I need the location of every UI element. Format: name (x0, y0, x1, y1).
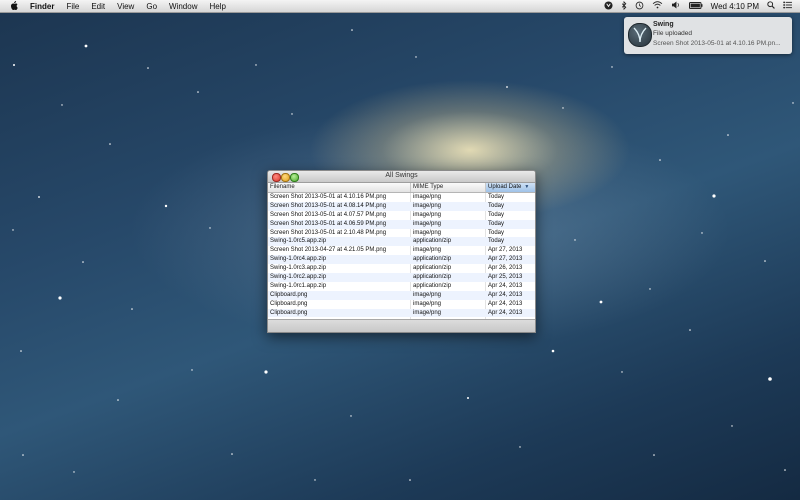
window-title: All Swings (385, 172, 418, 179)
notification-banner[interactable]: Swing File uploaded Screen Shot 2013-05-… (624, 17, 792, 54)
table-row[interactable]: Swing-1.0rc1.app.zip application/zip Apr… (268, 282, 535, 291)
cell-mime-type: image/png (413, 229, 442, 236)
cell-filename: Swing-1.0rc2.app.zip (270, 274, 327, 281)
time-machine-icon[interactable] (635, 1, 644, 12)
menu-view[interactable]: View (117, 2, 134, 11)
table-body: Screen Shot 2013-05-01 at 4.10.16 PM.png… (268, 193, 535, 318)
cell-mime-type: image/png (413, 220, 442, 227)
menu-edit[interactable]: Edit (91, 2, 105, 11)
cell-filename: Screen Shot 2013-05-01 at 4.06.59 PM.png (270, 220, 387, 227)
cell-filename: Swing-1.0rc3.app.zip (270, 265, 327, 272)
cell-mime-type: application/zip (413, 274, 452, 281)
table-row[interactable]: Screen Shot 2013-05-01 at 4.10.16 PM.png… (268, 193, 535, 202)
wifi-icon[interactable] (652, 1, 663, 11)
bluetooth-icon[interactable] (621, 0, 627, 12)
volume-icon[interactable] (671, 1, 681, 11)
table-row[interactable]: Swing-1.0rc3.app.zip application/zip Apr… (268, 264, 535, 273)
cell-filename: Clipboard.png (270, 300, 308, 307)
status-area: Wed 4:10 PM (604, 0, 792, 12)
column-header-upload-date[interactable]: Upload Date ▼ (486, 183, 535, 192)
cell-mime-type: image/png (413, 194, 442, 200)
menu-go[interactable]: Go (146, 2, 157, 11)
cell-mime-type: image/png (413, 247, 442, 254)
table-row[interactable]: Swing-1.0rc2.app.zip application/zip Apr… (268, 273, 535, 282)
cell-mime-type: image/png (413, 309, 442, 316)
window-footer (268, 319, 535, 332)
table-header: Filename MIME Type Upload Date ▼ (268, 183, 535, 193)
cell-mime-type: application/zip (413, 256, 452, 263)
cell-filename: Clipboard.png (270, 309, 308, 316)
table-row[interactable]: Clipboard.png image/png Apr 24, 2013 (268, 300, 535, 309)
menu-window[interactable]: Window (169, 2, 197, 11)
cell-upload-date: Today (488, 202, 505, 209)
cell-mime-type: application/zip (413, 238, 452, 245)
cell-filename: Screen Shot 2013-05-01 at 4.07.57 PM.png (270, 211, 387, 218)
cell-filename: Screen Shot 2013-05-01 at 4.10.16 PM.png (270, 194, 387, 200)
sort-descending-icon: ▼ (524, 184, 530, 190)
cell-mime-type: application/zip (413, 265, 452, 272)
menu-help[interactable]: Help (209, 2, 225, 11)
battery-icon[interactable] (688, 1, 703, 11)
cell-upload-date: Today (488, 211, 505, 218)
menu-app-finder[interactable]: Finder (30, 2, 54, 11)
cell-upload-date: Today (488, 220, 505, 227)
cell-filename: Clipboard.png (270, 291, 308, 298)
cell-upload-date: Apr 24, 2013 (488, 291, 523, 298)
cell-filename: Screen Shot 2013-05-01 at 4.08.14 PM.png (270, 202, 387, 209)
notification-body: Screen Shot 2013-05-01 at 4.10.16 PM.pn.… (653, 40, 781, 47)
cell-upload-date: Apr 24, 2013 (488, 309, 523, 316)
cell-upload-date: Apr 26, 2013 (488, 265, 523, 272)
cell-mime-type: application/zip (413, 282, 452, 289)
cell-filename: Swing-1.0rc4.app.zip (270, 256, 327, 263)
window-titlebar[interactable]: All Swings (268, 171, 535, 183)
cell-mime-type: image/png (413, 211, 442, 218)
cell-upload-date: Apr 24, 2013 (488, 300, 523, 307)
menu-bar: Finder File Edit View Go Window Help Wed… (0, 0, 800, 13)
table-row[interactable]: Screen Shot 2013-05-01 at 4.08.14 PM.png… (268, 201, 535, 211)
cell-upload-date: Apr 27, 2013 (488, 247, 523, 254)
cell-filename: Screen Shot 2013-04-27 at 4.21.05 PM.png (270, 247, 387, 254)
column-header-mime-type[interactable]: MIME Type (411, 183, 486, 192)
table-row[interactable]: Screen Shot 2013-05-01 at 4.07.57 PM.png… (268, 211, 535, 220)
notification-center-icon[interactable] (783, 1, 792, 11)
column-header-upload-date-label: Upload Date (488, 184, 522, 190)
cell-upload-date: Today (488, 194, 505, 200)
menu-clock[interactable]: Wed 4:10 PM (711, 2, 759, 11)
table-row[interactable]: Swing-1.0rc4.app.zip application/zip Apr… (268, 255, 535, 265)
cell-mime-type: image/png (413, 300, 442, 307)
swings-table[interactable]: Filename MIME Type Upload Date ▼ Screen S… (268, 183, 535, 319)
all-swings-window: All Swings Filename MIME Type Upload Dat… (267, 170, 536, 333)
table-row[interactable]: Clipboard.png image/png Apr 24, 2013 (268, 308, 535, 318)
table-row[interactable]: Screen Shot 2013-05-01 at 4.06.59 PM.png… (268, 219, 535, 229)
table-row[interactable]: Screen Shot 2013-05-01 at 2.10.48 PM.png… (268, 229, 535, 238)
menu-file[interactable]: File (66, 2, 79, 11)
apple-icon[interactable] (10, 0, 22, 12)
cell-upload-date: Apr 24, 2013 (488, 282, 523, 289)
table-row[interactable]: Clipboard.png image/png Apr 24, 2013 (268, 290, 535, 300)
notification-subtitle: File uploaded (653, 30, 693, 37)
notification-title: Swing (653, 21, 674, 28)
swing-status-icon[interactable] (604, 0, 613, 12)
cell-mime-type: image/png (413, 202, 442, 209)
cell-filename: Screen Shot 2013-05-01 at 2.10.48 PM.png (270, 229, 387, 236)
cell-upload-date: Apr 25, 2013 (488, 274, 523, 281)
spotlight-icon[interactable] (767, 1, 775, 11)
cell-upload-date: Apr 27, 2013 (488, 256, 523, 263)
cell-upload-date: Today (488, 238, 505, 245)
cell-upload-date: Today (488, 229, 505, 236)
cell-filename: Swing-1.0rc1.app.zip (270, 282, 327, 289)
cell-mime-type: image/png (413, 291, 442, 298)
swing-app-icon (628, 23, 652, 47)
cell-filename: Swing-1.0rc5.app.zip (270, 238, 327, 245)
table-row[interactable]: Swing-1.0rc5.app.zip application/zip Tod… (268, 237, 535, 247)
column-header-filename[interactable]: Filename (268, 183, 411, 192)
table-row[interactable]: Screen Shot 2013-04-27 at 4.21.05 PM.png… (268, 246, 535, 255)
